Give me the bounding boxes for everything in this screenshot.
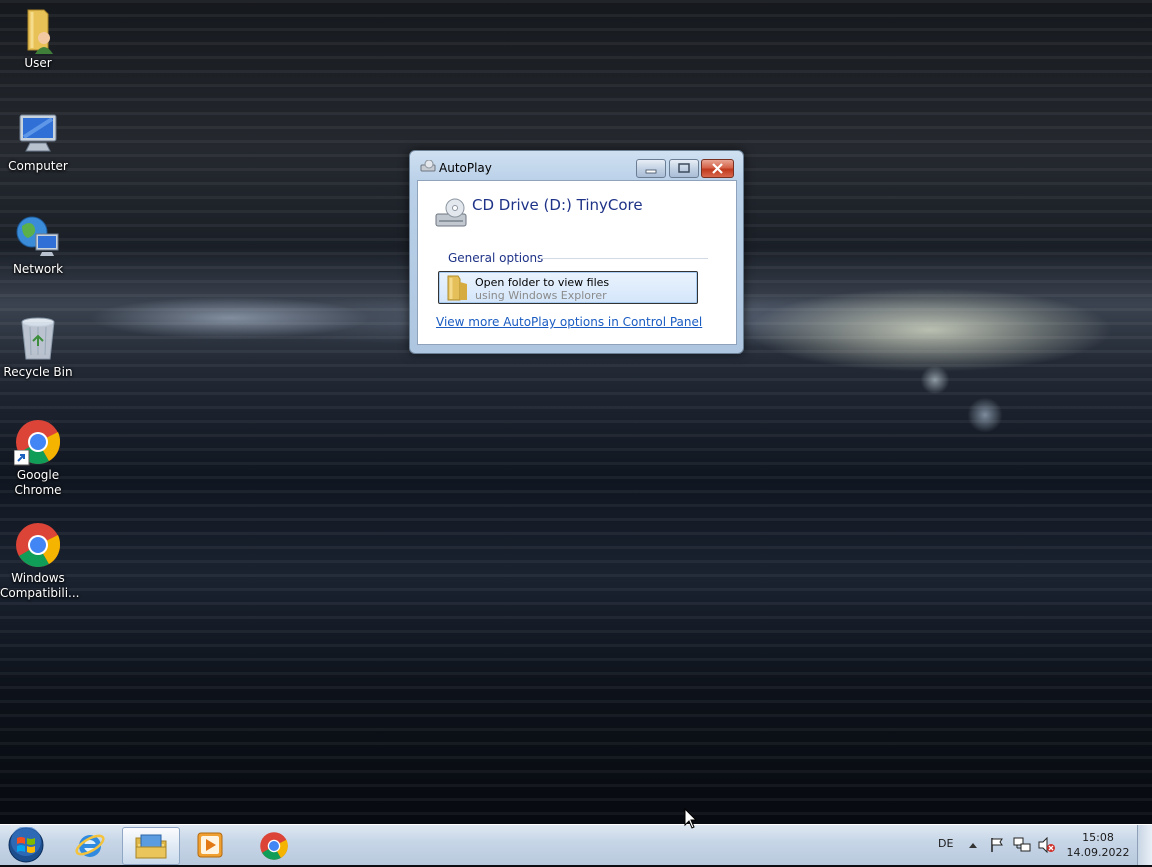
clock-date: 14.09.2022	[1066, 846, 1130, 859]
desktop-icon-user[interactable]: User	[0, 6, 76, 71]
desktop-icon-label: Network	[12, 262, 64, 276]
mouse-cursor-icon	[684, 808, 698, 829]
clock-time: 15:08	[1082, 831, 1114, 844]
taskbar-google-chrome[interactable]	[246, 827, 302, 863]
control-panel-link[interactable]: View more AutoPlay options in Control Pa…	[436, 315, 702, 329]
start-button[interactable]	[6, 826, 46, 863]
minimize-icon	[645, 169, 657, 174]
folder-icon	[447, 275, 467, 301]
recycle-bin-icon	[14, 315, 62, 363]
desktop-icon-label: Windows Compatibili...	[0, 571, 80, 600]
maximize-icon	[678, 163, 690, 173]
network-icon	[14, 212, 62, 260]
maximize-button[interactable]	[669, 159, 699, 178]
desktop-wallpaper	[0, 0, 1152, 824]
section-divider	[540, 258, 708, 259]
shortcut-arrow-icon	[14, 450, 30, 466]
cd-drive-icon	[435, 198, 467, 227]
option-title: Open folder to view files	[475, 276, 610, 289]
option-subtitle: using Windows Explorer	[475, 289, 607, 302]
desktop-icon-windows-compatibility[interactable]: Windows Compatibili...	[0, 521, 80, 601]
taskbar: DE 15:08 14.09.2022	[0, 824, 1152, 865]
user-folder-icon	[14, 6, 62, 54]
section-heading: General options	[448, 251, 544, 265]
network-tray-icon[interactable]	[1013, 837, 1031, 853]
autoplay-icon	[420, 160, 436, 172]
desktop-icon-label: Recycle Bin	[3, 365, 73, 379]
desktop-icon-network[interactable]: Network	[0, 212, 76, 277]
show-desktop-button[interactable]	[1137, 825, 1152, 865]
desktop-icon-google-chrome[interactable]: Google Chrome	[0, 418, 76, 498]
window-title: AutoPlay	[439, 161, 492, 175]
language-indicator[interactable]: DE	[938, 837, 953, 850]
volume-muted-icon[interactable]	[1038, 837, 1056, 853]
show-hidden-icons-icon[interactable]	[968, 841, 978, 849]
close-icon	[712, 163, 723, 174]
action-center-flag-icon[interactable]	[989, 837, 1005, 853]
desktop-icon-label: Google Chrome	[14, 468, 62, 497]
desktop-icon-recycle-bin[interactable]: Recycle Bin	[0, 315, 76, 380]
close-button[interactable]	[701, 159, 734, 178]
chrome-icon	[260, 832, 288, 860]
clock[interactable]: 15:08 14.09.2022	[1062, 830, 1134, 860]
windows-start-icon	[8, 826, 44, 863]
computer-icon	[14, 109, 62, 157]
minimize-button[interactable]	[636, 159, 666, 178]
window-titlebar[interactable]: AutoPlay	[410, 151, 743, 181]
desktop-icon-label: Computer	[8, 159, 68, 173]
autoplay-window[interactable]: AutoPlay CD Drive (D:) TinyCore General …	[409, 150, 744, 354]
chrome-icon	[14, 521, 62, 569]
taskbar-windows-explorer[interactable]	[122, 827, 180, 865]
chrome-icon	[14, 418, 62, 466]
windows-explorer-icon	[135, 834, 167, 859]
desktop-icon-computer[interactable]: Computer	[0, 109, 76, 174]
taskbar-internet-explorer[interactable]	[62, 827, 118, 863]
taskbar-media-player[interactable]	[182, 827, 238, 863]
desktop-icon-label: User	[24, 56, 52, 70]
media-player-icon	[197, 832, 223, 858]
autoplay-content: CD Drive (D:) TinyCore General options O…	[417, 180, 737, 345]
open-folder-option[interactable]: Open folder to view files using Windows …	[438, 271, 698, 304]
internet-explorer-icon	[75, 834, 105, 857]
drive-title: CD Drive (D:) TinyCore	[472, 196, 643, 214]
